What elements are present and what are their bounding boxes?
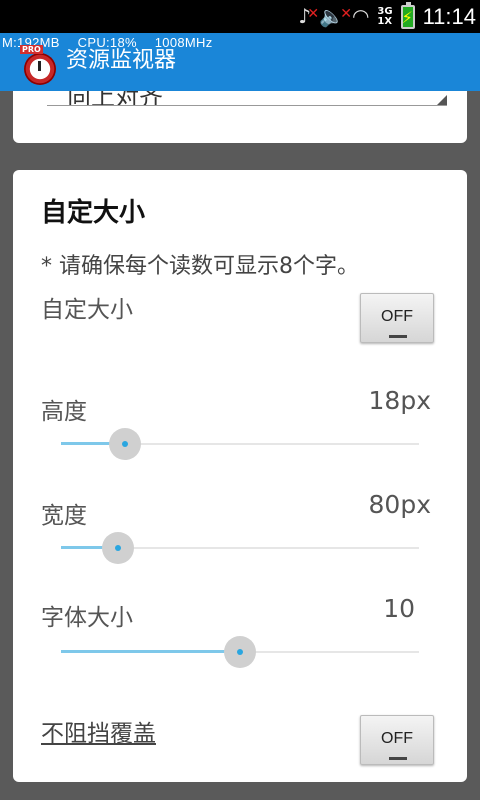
no-block-overlay-toggle[interactable]: OFF bbox=[360, 715, 434, 765]
font-size-label: 字体大小 bbox=[41, 605, 133, 631]
status-icons: ♪ ✕ 🔈 ✕ ◠ 3G 1X ⚡ 11:14 bbox=[298, 0, 480, 33]
pro-badge: PRO bbox=[20, 45, 43, 54]
music-muted-icon: ♪ ✕ bbox=[298, 4, 320, 28]
custom-size-card: 自定大小 * 请确保每个读数可显示8个字。 自定大小 OFF 高度 18px 宽… bbox=[13, 170, 467, 782]
wifi-icon: ◠ bbox=[351, 4, 370, 28]
alignment-spinner[interactable]: 向上对齐 bbox=[47, 91, 447, 106]
height-label: 高度 bbox=[41, 399, 87, 425]
volume-muted-icon: 🔈 ✕ bbox=[319, 4, 352, 28]
width-slider[interactable] bbox=[61, 528, 419, 568]
custom-size-label: 自定大小 bbox=[41, 297, 133, 323]
slider-fill bbox=[61, 650, 240, 653]
section-note: * 请确保每个读数可显示8个字。 bbox=[41, 254, 359, 279]
width-value: 80px bbox=[368, 490, 431, 519]
custom-size-toggle[interactable]: OFF bbox=[360, 293, 434, 343]
network-3g-icon: 3G 1X bbox=[377, 5, 393, 27]
slider-thumb[interactable] bbox=[109, 428, 141, 460]
app-logo-icon[interactable]: PRO bbox=[20, 45, 56, 85]
height-value: 18px bbox=[368, 386, 431, 415]
alignment-card: 向上对齐 bbox=[13, 91, 467, 143]
app-title: 资源监视器 bbox=[66, 48, 177, 73]
network-type: 3G bbox=[377, 5, 393, 17]
slider-thumb[interactable] bbox=[224, 636, 256, 668]
width-label: 宽度 bbox=[41, 503, 87, 529]
height-slider[interactable] bbox=[61, 424, 419, 464]
custom-size-toggle-state: OFF bbox=[381, 308, 413, 325]
network-sub: 1X bbox=[377, 15, 393, 27]
no-block-toggle-state: OFF bbox=[381, 730, 413, 747]
no-block-overlay-label[interactable]: 不阻挡覆盖 bbox=[41, 714, 156, 748]
toggle-indicator bbox=[389, 335, 407, 338]
font-size-value: 10 bbox=[383, 594, 415, 623]
status-bar: ♪ ✕ 🔈 ✕ ◠ 3G 1X ⚡ 11:14 bbox=[0, 0, 480, 33]
battery-charging-icon: ⚡ bbox=[400, 1, 415, 29]
status-clock: 11:14 bbox=[422, 3, 476, 29]
section-title: 自定大小 bbox=[41, 198, 146, 228]
spinner-arrow-icon bbox=[437, 95, 447, 105]
alignment-spinner-value: 向上对齐 bbox=[67, 91, 163, 106]
font-size-slider[interactable] bbox=[61, 632, 419, 672]
app-bar: M:192MB CPU:18% 1008MHz PRO 资源监视器 bbox=[0, 33, 480, 91]
slider-thumb[interactable] bbox=[102, 532, 134, 564]
toggle-indicator bbox=[389, 757, 407, 760]
